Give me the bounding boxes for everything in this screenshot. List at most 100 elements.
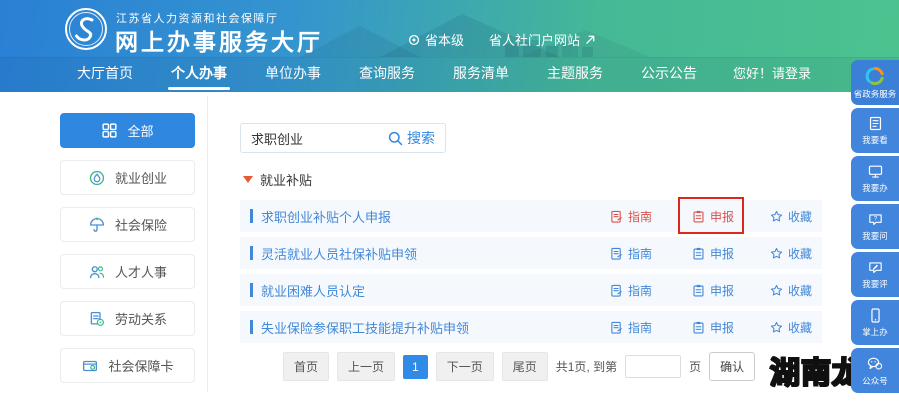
favorite-action[interactable]: 收藏 <box>770 311 812 343</box>
content-divider <box>207 96 208 392</box>
apply-action[interactable]: 申报 <box>692 274 734 306</box>
apply-action[interactable]: 申报 <box>692 200 734 232</box>
service-row: 就业困难人员认定 指南 申报 收藏 <box>240 274 822 306</box>
toolbar-item-handle[interactable]: 我要办 <box>851 156 899 201</box>
service-row: 失业保险参保职工技能提升补贴申领 指南 申报 收藏 <box>240 311 822 343</box>
service-row: 求职创业补贴个人申报 指南 申报 收藏 <box>240 197 822 234</box>
apply-clipboard-icon <box>693 210 704 222</box>
row-marker <box>250 283 253 297</box>
sidebar-item-talent-personnel[interactable]: 人才人事 <box>60 254 195 289</box>
search-icon <box>388 131 403 145</box>
search-button[interactable]: 搜索 <box>378 128 445 148</box>
guide-doc-icon <box>611 284 622 297</box>
phone-icon <box>870 308 880 323</box>
favorite-action-label: 收藏 <box>787 320 812 335</box>
online-service-hall-page: 江苏省人力资源和社会保障厅 网上办事服务大厅 省本级 省人社门户网站 大厅首页 … <box>0 0 899 402</box>
toolbar-item-label: 掌上办 <box>862 327 888 337</box>
service-title-link[interactable]: 就业困难人员认定 <box>261 281 365 300</box>
login-link[interactable]: 您好！请登录 <box>733 57 811 92</box>
nav-item-query-services[interactable]: 查询服务 <box>340 57 434 92</box>
guide-action[interactable]: 指南 <box>610 274 652 306</box>
portal-link-label: 省人社门户网站 <box>489 33 581 48</box>
region-level[interactable]: 省本级 <box>408 30 464 49</box>
sidebar-item-label: 社会保障卡 <box>108 359 174 374</box>
nav-item-service-list[interactable]: 服务清单 <box>434 57 528 92</box>
toolbar-item-label: 我要问 <box>862 231 888 241</box>
favorite-action-label: 收藏 <box>787 246 812 261</box>
toolbar-item-label: 省政务服务 <box>853 88 897 99</box>
guide-action-label: 指南 <box>627 246 652 261</box>
page-title: 网上办事服务大厅 <box>115 29 323 55</box>
toolbar-item-ask[interactable]: ? 我要问 <box>851 204 899 249</box>
apply-action[interactable]: 申报 <box>692 237 734 269</box>
sidebar-item-employment[interactable]: 就业创业 <box>60 160 195 195</box>
apply-clipboard-icon <box>693 247 704 259</box>
toolbar-item-mobile[interactable]: 掌上办 <box>851 300 899 345</box>
apply-action[interactable]: 申报 <box>692 311 734 343</box>
last-page-button[interactable]: 尾页 <box>501 352 548 381</box>
guide-action-label: 指南 <box>627 209 652 224</box>
next-page-button[interactable]: 下一页 <box>435 352 494 381</box>
star-icon <box>770 284 783 295</box>
question-bubble-icon: ? <box>868 214 882 226</box>
sidebar-item-labor-relations[interactable]: 劳动关系 <box>60 301 195 336</box>
nav-item-unit-services[interactable]: 单位办事 <box>246 57 340 92</box>
sidebar-item-all[interactable]: 全部 <box>60 113 195 148</box>
location-icon <box>408 34 420 45</box>
apply-clipboard-icon <box>693 284 704 296</box>
toolbar-item-review[interactable]: 我要评 <box>851 252 899 297</box>
favorite-action-label: 收藏 <box>787 209 812 224</box>
favorite-action-label: 收藏 <box>787 283 812 298</box>
doc-list-icon <box>869 116 881 131</box>
portal-link[interactable]: 省人社门户网站 <box>489 30 596 49</box>
toolbar-item-label: 我要评 <box>862 279 888 289</box>
watermark-left: 湖南 <box>769 356 832 391</box>
grid-icon <box>102 123 118 138</box>
guide-action-label: 指南 <box>627 320 652 335</box>
monitor-icon <box>868 165 882 178</box>
apply-clipboard-icon <box>693 321 704 333</box>
sidebar-item-social-security-card[interactable]: 社会保障卡 <box>60 348 195 383</box>
toolbar-item-gov-service[interactable]: 省政务服务 <box>851 60 899 105</box>
toolbar-item-read[interactable]: 我要看 <box>851 108 899 153</box>
wechat-icon <box>867 357 883 369</box>
labor-doc-icon <box>90 311 104 326</box>
favorite-action[interactable]: 收藏 <box>770 274 812 306</box>
side-toolbar: 省政务服务 我要看 我要办 ? 我要问 我要评 掌上办 公众号 <box>851 60 899 393</box>
favorite-action[interactable]: 收藏 <box>770 237 812 269</box>
search-input[interactable] <box>241 130 378 146</box>
guide-doc-icon <box>611 321 622 334</box>
apply-action-label: 申报 <box>709 246 734 261</box>
toolbar-item-label: 我要办 <box>862 183 888 193</box>
favorite-action[interactable]: 收藏 <box>770 200 812 232</box>
section-employment-subsidy[interactable]: 就业补贴 <box>243 170 312 189</box>
confirm-page-button[interactable]: 确认 <box>709 352 756 381</box>
goto-page-input[interactable] <box>625 355 682 378</box>
sidebar-item-label: 就业创业 <box>114 171 167 186</box>
guide-action[interactable]: 指南 <box>610 200 652 232</box>
collapse-triangle-icon <box>243 176 253 183</box>
current-page-button[interactable]: 1 <box>403 354 428 379</box>
star-icon <box>770 247 783 258</box>
service-title-link[interactable]: 失业保险参保职工技能提升补贴申领 <box>261 318 469 337</box>
nav-item-hall-home[interactable]: 大厅首页 <box>58 57 152 92</box>
nav-item-announcements[interactable]: 公示公告 <box>622 57 716 92</box>
service-title-link[interactable]: 灵活就业人员社保补贴申领 <box>261 244 417 263</box>
prev-page-button[interactable]: 上一页 <box>337 352 396 381</box>
first-page-button[interactable]: 首页 <box>283 352 330 381</box>
hrss-logo-icon <box>64 7 108 56</box>
toolbar-item-wechat[interactable]: 公众号 <box>851 348 899 393</box>
people-icon <box>89 265 105 278</box>
guide-doc-icon <box>611 247 622 260</box>
svg-text:?: ? <box>873 217 877 223</box>
service-title-link[interactable]: 求职创业补贴个人申报 <box>261 207 391 226</box>
guide-action[interactable]: 指南 <box>610 237 652 269</box>
guide-action[interactable]: 指南 <box>610 311 652 343</box>
nav-item-personal-services[interactable]: 个人办事 <box>152 57 246 92</box>
star-icon <box>770 210 783 221</box>
social-card-icon <box>83 360 98 371</box>
nav-item-theme-services[interactable]: 主题服务 <box>528 57 622 92</box>
sidebar-item-social-insurance[interactable]: 社会保险 <box>60 207 195 242</box>
apply-action-label: 申报 <box>709 209 734 224</box>
umbrella-icon <box>89 216 105 232</box>
